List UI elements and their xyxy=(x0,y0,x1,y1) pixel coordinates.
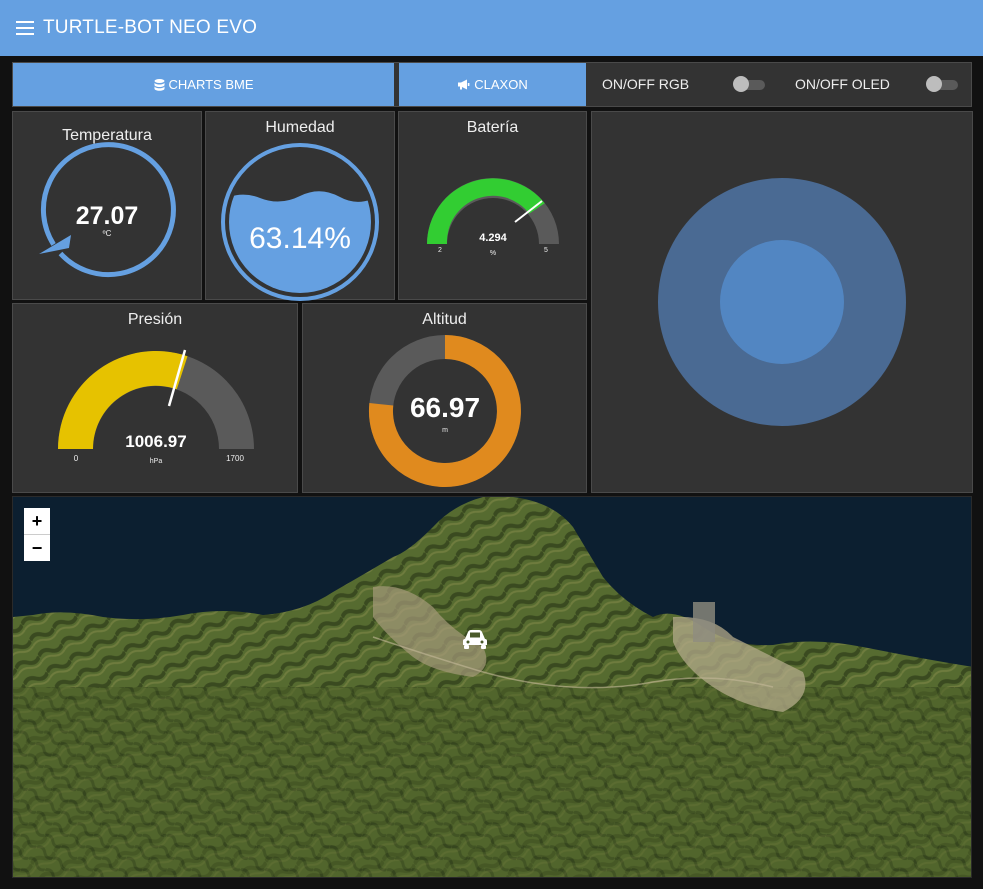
database-icon xyxy=(154,78,165,91)
pressure-card: Presión 1006.97 hPa 0 1700 xyxy=(12,303,298,493)
joystick-control[interactable] xyxy=(592,112,974,494)
charts-bme-label: CHARTS BME xyxy=(168,77,254,92)
satellite-map[interactable]: + − xyxy=(12,496,972,878)
temperature-card: Temperatura 27.07 ºC xyxy=(12,111,202,300)
humidity-gauge: 63.14% xyxy=(221,143,379,301)
humidity-value: 63.14% xyxy=(249,222,351,255)
claxon-button[interactable]: CLAXON xyxy=(399,63,586,106)
humidity-card: Humedad 63.14% xyxy=(205,111,395,301)
altitude-value: 66.97 xyxy=(410,392,480,423)
altitude-unit: m xyxy=(442,427,448,434)
zoom-out-button[interactable]: − xyxy=(24,535,50,561)
pressure-unit: hPa xyxy=(150,458,163,465)
toggle-oled-label: ON/OFF OLED xyxy=(795,76,890,92)
bullhorn-icon xyxy=(457,79,470,90)
map-terrain xyxy=(13,497,971,877)
battery-unit: % xyxy=(490,250,496,257)
zoom-in-button[interactable]: + xyxy=(24,508,50,535)
battery-card: Batería 4.294 % 2 5 xyxy=(398,111,587,300)
charts-bme-button[interactable]: CHARTS BME xyxy=(13,63,394,106)
pressure-gauge: 1006.97 hPa 0 1700 xyxy=(58,349,254,465)
temperature-value: 27.07 xyxy=(76,202,139,230)
pressure-min: 0 xyxy=(74,454,79,463)
toggle-rgb-label: ON/OFF RGB xyxy=(602,76,690,92)
joystick-card xyxy=(591,111,973,493)
battery-min: 2 xyxy=(438,247,442,254)
pressure-value: 1006.97 xyxy=(125,432,186,451)
claxon-label: CLAXON xyxy=(474,77,528,92)
hamburger-menu-icon[interactable] xyxy=(16,21,34,35)
battery-max: 5 xyxy=(544,247,548,254)
temperature-gauge: 27.07 ºC xyxy=(39,142,176,278)
car-icon[interactable] xyxy=(461,628,489,650)
toggle-oled-switch[interactable] xyxy=(926,76,958,92)
battery-gauge: 4.294 % 2 5 xyxy=(427,178,559,257)
altitude-card: Altitud 66.97 m xyxy=(302,303,587,493)
app-title: TURTLE-BOT NEO EVO xyxy=(43,17,258,38)
pressure-max: 1700 xyxy=(226,454,244,463)
toggle-rgb-switch[interactable] xyxy=(733,76,765,92)
temperature-unit: ºC xyxy=(103,229,112,238)
battery-value: 4.294 xyxy=(479,232,507,244)
top-bar: TURTLE-BOT NEO EVO xyxy=(0,0,983,56)
altitude-gauge: 66.97 m xyxy=(368,335,521,487)
